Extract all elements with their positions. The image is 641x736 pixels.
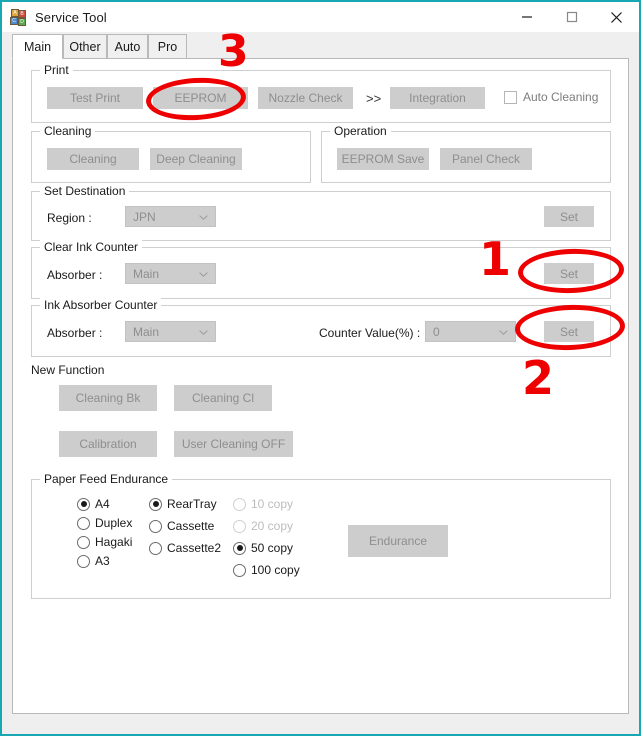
region-select[interactable]: JPN xyxy=(125,206,216,227)
minimize-icon[interactable] xyxy=(504,2,549,32)
checkbox-box xyxy=(504,90,517,104)
radio-source-reartray[interactable]: RearTray xyxy=(149,497,217,511)
chevron-down-icon xyxy=(199,329,208,335)
radio-dot xyxy=(233,563,246,577)
cleaning-group: Cleaning Cleaning Deep Cleaning xyxy=(31,124,311,183)
tab-other[interactable]: Other xyxy=(63,34,107,59)
radio-label: Cassette2 xyxy=(167,541,222,555)
print-group: Print Test Print EEPROM Nozzle Check >> … xyxy=(31,63,611,123)
close-icon[interactable] xyxy=(594,2,639,32)
set-destination-set-button[interactable]: Set xyxy=(544,206,594,227)
radio-label: 20 copy xyxy=(251,519,294,533)
chevron-down-icon xyxy=(199,214,208,220)
blocks-icon: AB CD xyxy=(10,8,27,26)
tab-pro[interactable]: Pro xyxy=(148,34,187,59)
window-title: Service Tool xyxy=(35,9,107,25)
radio-label: A4 xyxy=(95,497,110,511)
clear-ink-counter-group-legend: Clear Ink Counter xyxy=(40,240,143,254)
window-controls xyxy=(504,2,639,32)
radio-label: Cassette xyxy=(167,519,215,533)
operation-group: Operation EEPROM Save Panel Check xyxy=(321,124,611,183)
counter-value-value: 0 xyxy=(433,324,440,339)
operation-group-legend: Operation xyxy=(330,124,391,138)
tab-strip: Main Other Auto Pro xyxy=(12,34,629,59)
radio-dot xyxy=(77,535,90,549)
radio-paper-hagaki[interactable]: Hagaki xyxy=(77,535,132,549)
radio-dot xyxy=(233,497,246,511)
radio-label: 100 copy xyxy=(251,563,300,577)
endurance-button[interactable]: Endurance xyxy=(348,525,448,557)
clear-ink-absorber-label: Absorber : xyxy=(47,268,103,282)
nozzle-check-button[interactable]: Nozzle Check xyxy=(258,87,353,109)
new-function-label: New Function xyxy=(31,363,105,377)
title-bar: AB CD Service Tool xyxy=(2,2,639,32)
cleaning-bk-button[interactable]: Cleaning Bk xyxy=(59,385,157,411)
counter-value-label: Counter Value(%) : xyxy=(319,326,421,340)
radio-label: 10 copy xyxy=(251,497,294,511)
radio-dot xyxy=(77,516,90,530)
radio-dot xyxy=(149,541,162,555)
panel-check-button[interactable]: Panel Check xyxy=(440,148,532,170)
radio-label: 50 copy xyxy=(251,541,294,555)
radio-label: A3 xyxy=(95,554,110,568)
radio-paper-duplex[interactable]: Duplex xyxy=(77,516,132,530)
radio-copies-10[interactable]: 10 copy xyxy=(233,497,293,511)
ink-absorber-label: Absorber : xyxy=(47,326,103,340)
cleaning-group-legend: Cleaning xyxy=(40,124,96,138)
annotation-number-2: 2 xyxy=(522,351,555,405)
radio-dot xyxy=(77,497,90,511)
tab-main[interactable]: Main xyxy=(12,34,63,59)
radio-label: Hagaki xyxy=(95,535,133,549)
ink-absorber-value: Main xyxy=(133,324,160,339)
service-tool-window: AB CD Service Tool Main Other Auto Pro P… xyxy=(0,0,641,736)
ink-absorber-counter-group-legend: Ink Absorber Counter xyxy=(40,298,162,312)
user-cleaning-off-button[interactable]: User Cleaning OFF xyxy=(174,431,293,457)
radio-dot xyxy=(233,519,246,533)
cleaning-cl-button[interactable]: Cleaning Cl xyxy=(174,385,272,411)
clear-ink-absorber-value: Main xyxy=(133,266,160,281)
radio-paper-a3[interactable]: A3 xyxy=(77,554,110,568)
double-chevron-right-icon: >> xyxy=(366,91,382,106)
annotation-number-3: 3 xyxy=(218,26,249,77)
calibration-button[interactable]: Calibration xyxy=(59,431,157,457)
print-group-legend: Print xyxy=(40,63,73,77)
tab-auto[interactable]: Auto xyxy=(107,34,148,59)
maximize-icon[interactable] xyxy=(549,2,594,32)
integration-button[interactable]: Integration xyxy=(390,87,485,109)
set-destination-group-legend: Set Destination xyxy=(40,184,130,198)
radio-source-cassette[interactable]: Cassette xyxy=(149,519,214,533)
radio-source-cassette2[interactable]: Cassette2 xyxy=(149,541,221,555)
auto-cleaning-label: Auto Cleaning xyxy=(523,90,599,104)
ink-absorber-select[interactable]: Main xyxy=(125,321,216,342)
radio-dot xyxy=(233,541,246,555)
test-print-button[interactable]: Test Print xyxy=(47,87,143,109)
annotation-number-1: 1 xyxy=(479,232,512,286)
chevron-down-icon xyxy=(199,271,208,277)
eeprom-save-button[interactable]: EEPROM Save xyxy=(337,148,429,170)
counter-value-select[interactable]: 0 xyxy=(425,321,516,342)
radio-dot xyxy=(77,554,90,568)
radio-paper-a4[interactable]: A4 xyxy=(77,497,110,511)
cleaning-button[interactable]: Cleaning xyxy=(47,148,139,170)
radio-label: Duplex xyxy=(95,516,133,530)
paper-feed-endurance-group: Paper Feed Endurance A4 Duplex Hagaki A3 xyxy=(31,472,611,599)
clear-ink-absorber-select[interactable]: Main xyxy=(125,263,216,284)
paper-feed-endurance-group-legend: Paper Feed Endurance xyxy=(40,472,173,486)
auto-cleaning-checkbox[interactable]: Auto Cleaning xyxy=(504,90,598,104)
radio-dot xyxy=(149,519,162,533)
deep-cleaning-button[interactable]: Deep Cleaning xyxy=(150,148,242,170)
radio-copies-50[interactable]: 50 copy xyxy=(233,541,293,555)
region-label: Region : xyxy=(47,211,92,225)
radio-label: RearTray xyxy=(167,497,217,511)
radio-copies-100[interactable]: 100 copy xyxy=(233,563,300,577)
chevron-down-icon xyxy=(499,329,508,335)
radio-copies-20[interactable]: 20 copy xyxy=(233,519,293,533)
region-select-value: JPN xyxy=(133,209,156,224)
set-destination-group: Set Destination Region : JPN Set xyxy=(31,184,611,241)
radio-dot xyxy=(149,497,162,511)
